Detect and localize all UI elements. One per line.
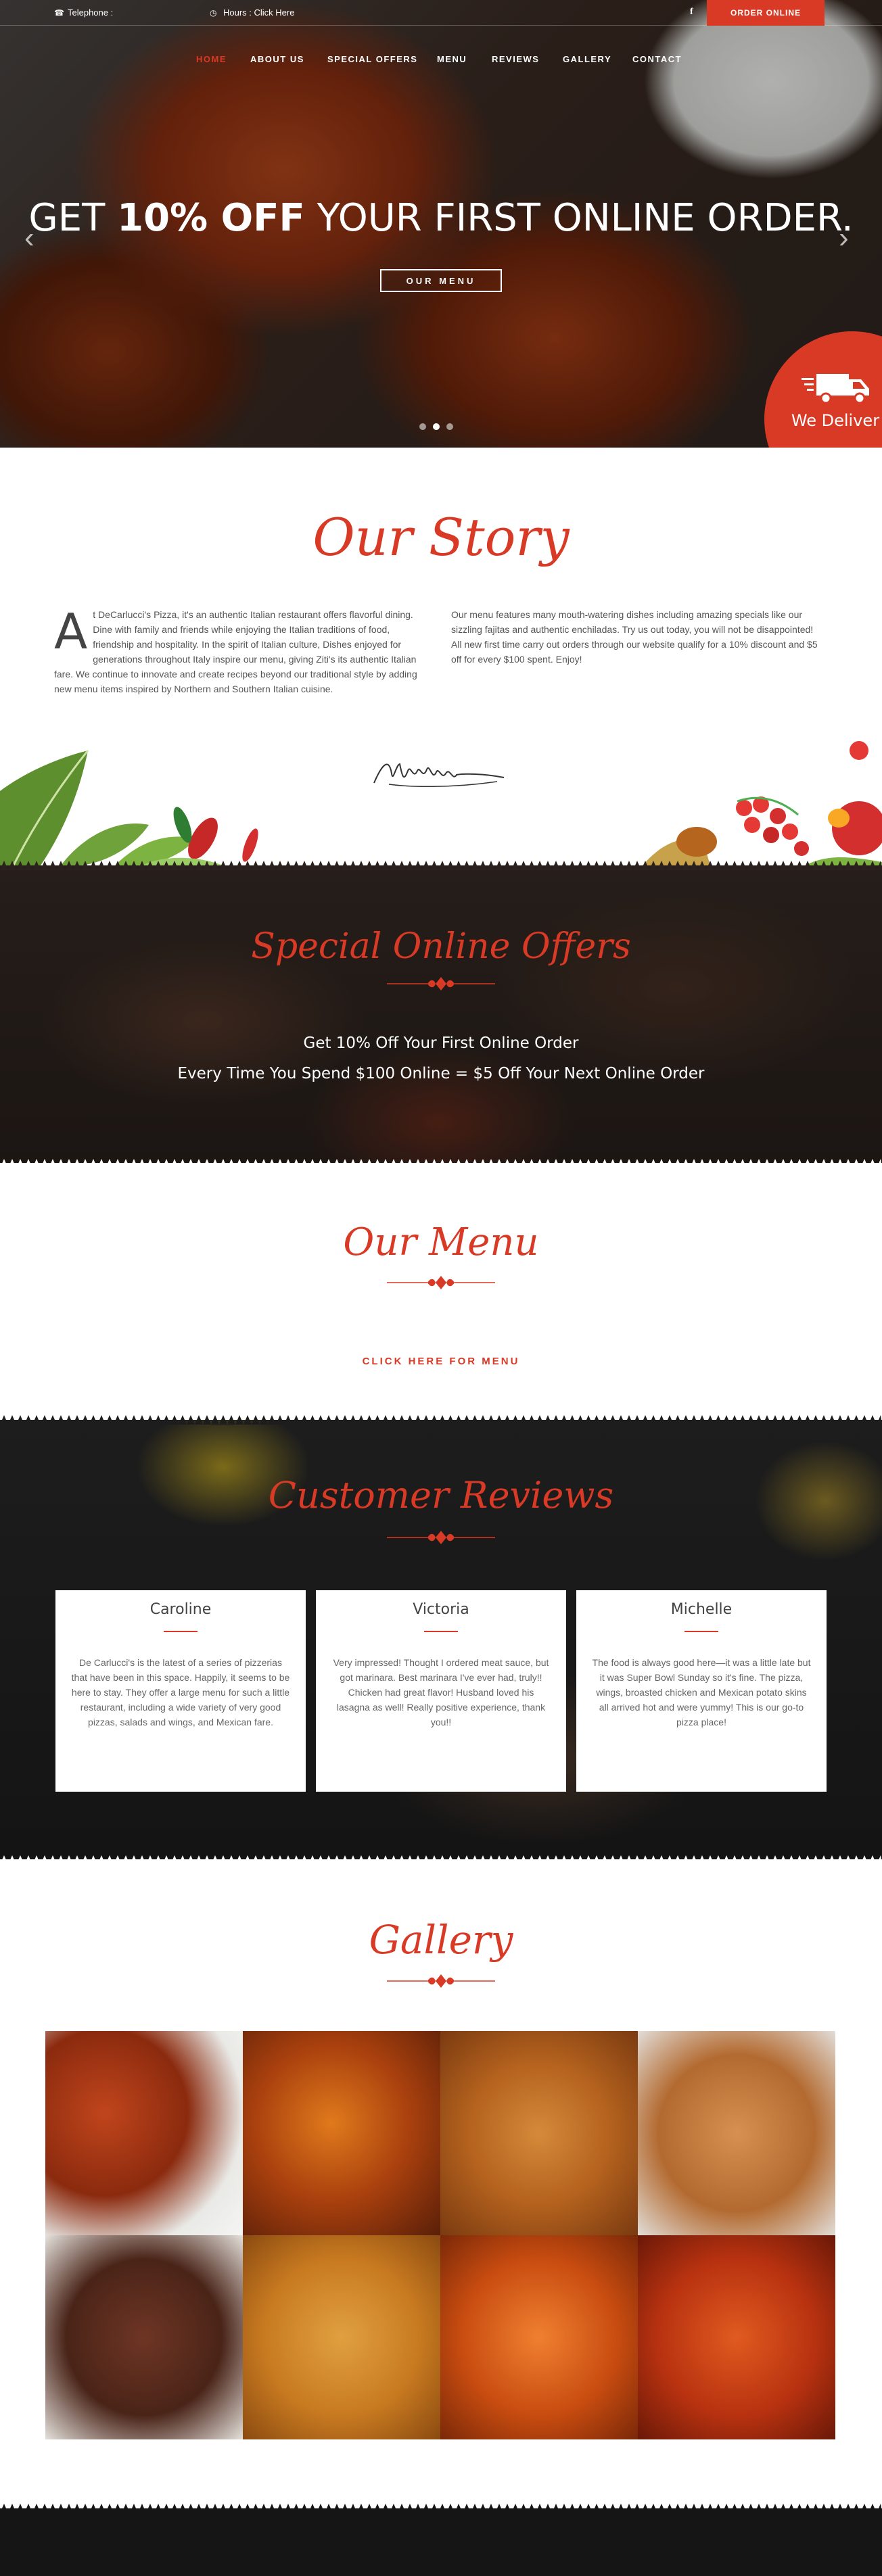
- slider-dot-active[interactable]: [433, 423, 440, 430]
- slider-dot[interactable]: [419, 423, 426, 430]
- review-card: Victoria Very impressed! Thought I order…: [316, 1590, 566, 1792]
- clock-icon: ◷: [210, 7, 217, 18]
- drop-cap: A: [54, 603, 88, 660]
- review-accent-line: [424, 1631, 458, 1632]
- slider-dots: [419, 423, 453, 430]
- review-text: De Carlucci's is the latest of a series …: [71, 1657, 290, 1727]
- hero-title-bold: 10% OFF: [117, 196, 305, 240]
- our-menu-button[interactable]: OUR MENU: [380, 269, 502, 292]
- offer-line-2: Every Time You Spend $100 Online = $5 Of…: [177, 1065, 705, 1082]
- nav-special-offers[interactable]: SPECIAL OFFERS: [327, 54, 417, 64]
- nav-reviews[interactable]: REVIEWS: [492, 54, 539, 64]
- hours-link[interactable]: ◷ Hours : Click Here: [210, 7, 294, 18]
- ornament-divider: [387, 977, 495, 991]
- review-accent-line: [164, 1631, 198, 1632]
- gallery-image-hot-wings[interactable]: [440, 2235, 638, 2439]
- offers-title: Special Online Offers: [251, 926, 631, 967]
- nav-home[interactable]: HOME: [196, 54, 227, 64]
- reviewer-name: Victoria: [413, 1601, 469, 1618]
- slider-dot[interactable]: [446, 423, 453, 430]
- nav-gallery[interactable]: GALLERY: [563, 54, 611, 64]
- gallery-image-honey-garlic-wings[interactable]: [638, 2031, 835, 2235]
- story-title: Our Story: [312, 507, 570, 567]
- vegetables-right-image: [643, 741, 882, 865]
- nav-menu[interactable]: MENU: [437, 54, 467, 64]
- hero-slider: ☎ Telephone : ◷ Hours : Click Here f ORD…: [0, 0, 882, 448]
- review-card: Caroline De Carlucci's is the latest of …: [55, 1590, 306, 1792]
- story-left-column: A t DeCarlucci's Pizza, it's an authenti…: [54, 607, 426, 696]
- vegetables-left-image: [0, 750, 258, 865]
- hero-title-suffix: YOUR FIRST ONLINE ORDER.: [304, 196, 854, 240]
- review-text: Very impressed! Thought I ordered meat s…: [333, 1657, 549, 1727]
- ornament-divider: [387, 1974, 495, 1988]
- menu-title: Our Menu: [343, 1220, 539, 1264]
- reviewer-name: Michelle: [670, 1601, 733, 1618]
- nav-about-us[interactable]: ABOUT US: [250, 54, 304, 64]
- we-deliver-label: We Deliver: [791, 411, 880, 430]
- review-card: Michelle The food is always good here—it…: [576, 1590, 827, 1792]
- gallery-image-wings-with-ranch[interactable]: [45, 2031, 243, 2235]
- story-left-text: t DeCarlucci's Pizza, it's an authentic …: [54, 609, 417, 694]
- main-nav: HOME ABOUT US SPECIAL OFFERS MENU REVIEW…: [0, 54, 882, 68]
- special-offers-section: [0, 865, 882, 1163]
- hero-title: GET 10% OFF YOUR FIRST ONLINE ORDER.: [0, 196, 882, 240]
- hero-title-prefix: GET: [28, 196, 118, 240]
- menu-link[interactable]: CLICK HERE FOR MENU: [0, 1356, 882, 1367]
- zigzag-divider: [0, 1159, 882, 1168]
- nav-contact[interactable]: CONTACT: [632, 54, 682, 64]
- review-text: The food is always good here—it was a li…: [592, 1657, 811, 1727]
- signature-image: [373, 763, 505, 788]
- reviews-title: Customer Reviews: [268, 1474, 614, 1517]
- gallery-title: Gallery: [369, 1917, 513, 1963]
- delivery-truck-icon: [802, 374, 869, 404]
- zigzag-divider: [0, 861, 882, 870]
- telephone-link[interactable]: ☎ Telephone :: [54, 7, 113, 18]
- gallery-image-breaded-wings[interactable]: [440, 2031, 638, 2235]
- phone-icon: ☎: [54, 7, 64, 18]
- reviewer-name: Caroline: [149, 1601, 212, 1618]
- order-online-button[interactable]: ORDER ONLINE: [707, 0, 825, 26]
- ornament-divider: [387, 1276, 495, 1289]
- footer: [0, 2508, 882, 2576]
- offer-line-1: Get 10% Off Your First Online Order: [303, 1034, 579, 1052]
- review-accent-line: [684, 1631, 718, 1632]
- gallery-image-glazed-wing[interactable]: [243, 2031, 440, 2235]
- offers-overlay: [0, 865, 882, 1163]
- hours-label: Hours : Click Here: [223, 7, 295, 18]
- top-bar: ☎ Telephone : ◷ Hours : Click Here f ORD…: [0, 0, 882, 26]
- gallery-image-bbq-wings[interactable]: [45, 2235, 243, 2439]
- gallery-image-crispy-buffalo-wings[interactable]: [243, 2235, 440, 2439]
- facebook-icon[interactable]: f: [690, 7, 693, 18]
- zigzag-divider: [0, 1855, 882, 1865]
- ornament-divider: [387, 1531, 495, 1544]
- story-right-text: Our menu features many mouth-watering di…: [451, 609, 818, 665]
- gallery-image-buffalo-wings-pile[interactable]: [638, 2235, 835, 2439]
- telephone-label: Telephone :: [68, 7, 114, 18]
- zigzag-divider: [0, 1415, 882, 1425]
